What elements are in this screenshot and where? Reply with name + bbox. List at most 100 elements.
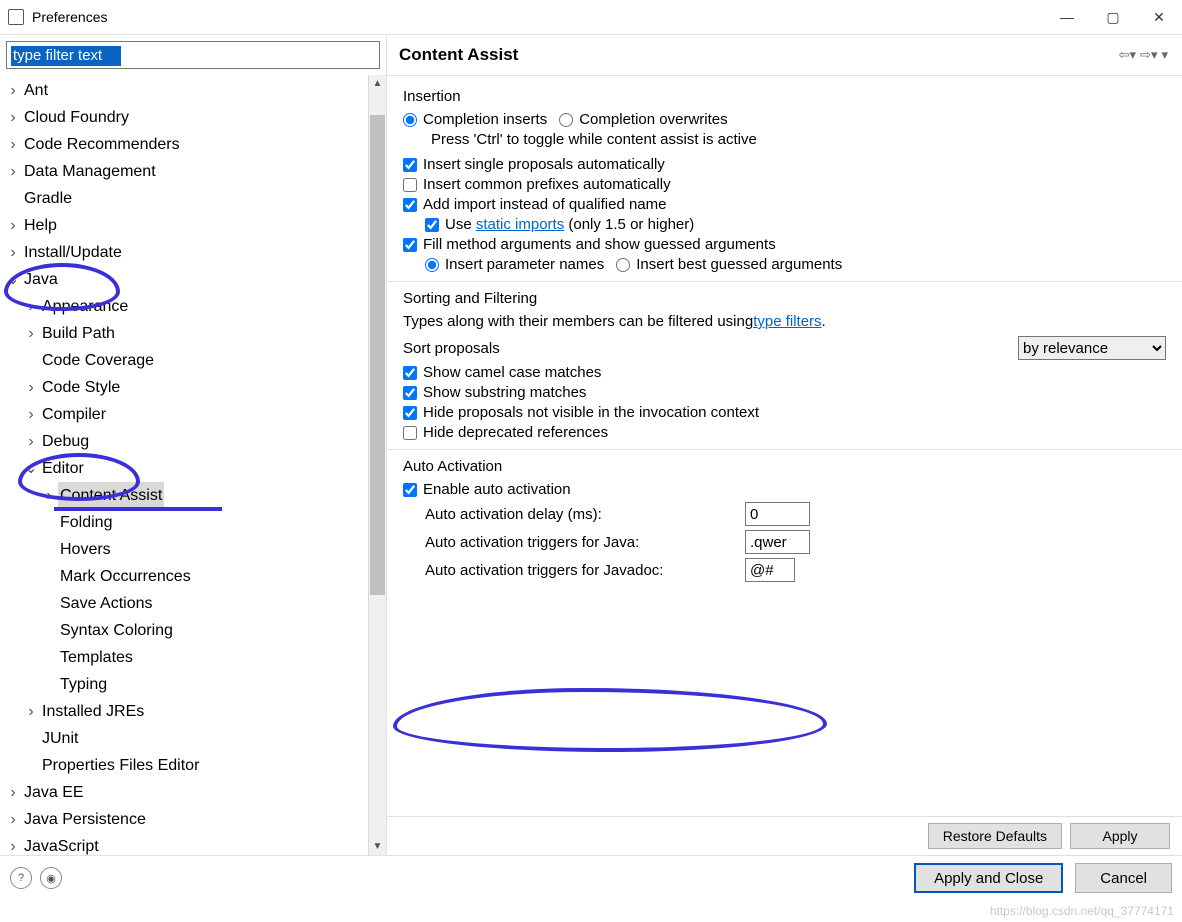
label-completion-overwrites: Completion overwrites: [579, 111, 727, 128]
nav-menu-icon[interactable]: ▾: [1159, 47, 1170, 63]
tree-item[interactable]: Save Actions: [6, 590, 358, 617]
radio-best-guessed[interactable]: [616, 258, 630, 272]
tree-item[interactable]: Code Coverage: [6, 347, 358, 374]
chevron-right-icon[interactable]: ›: [6, 806, 20, 833]
maximize-button[interactable]: ▢: [1090, 0, 1136, 34]
chevron-right-icon[interactable]: ›: [42, 482, 56, 509]
chevron-right-icon[interactable]: ›: [6, 104, 20, 131]
tree-item[interactable]: Gradle: [6, 185, 358, 212]
radio-completion-overwrites[interactable]: [559, 113, 573, 127]
tree-item-label: Content Assist: [58, 482, 164, 509]
scroll-down-icon[interactable]: ▼: [369, 838, 386, 855]
tree: ›Ant›Cloud Foundry›Code Recommenders›Dat…: [0, 75, 386, 855]
tree-item[interactable]: ›Installed JREs: [6, 698, 358, 725]
scroll-up-icon[interactable]: ▲: [369, 75, 386, 92]
tree-item-label: Java: [22, 266, 60, 293]
filter-input[interactable]: [6, 41, 380, 69]
chevron-right-icon[interactable]: ›: [6, 779, 20, 806]
chevron-right-icon[interactable]: ›: [6, 212, 20, 239]
minimize-button[interactable]: —: [1044, 0, 1090, 34]
tree-item[interactable]: ⌄Editor: [6, 455, 358, 482]
tree-item[interactable]: ›Build Path: [6, 320, 358, 347]
tree-item[interactable]: ›Cloud Foundry: [6, 104, 358, 131]
tree-item[interactable]: ⌄Java: [6, 266, 358, 293]
label-completion-inserts: Completion inserts: [423, 111, 547, 128]
input-triggers-java[interactable]: [745, 530, 810, 554]
link-static-imports[interactable]: static imports: [476, 216, 564, 233]
cb-fill-args[interactable]: [403, 238, 417, 252]
cb-common-prefixes[interactable]: [403, 178, 417, 192]
cb-camel[interactable]: [403, 366, 417, 380]
record-icon[interactable]: ◉: [40, 867, 62, 889]
lbl-single-proposals: Insert single proposals automatically: [423, 156, 665, 173]
cb-hide-invisible[interactable]: [403, 406, 417, 420]
cb-enable-auto[interactable]: [403, 483, 417, 497]
tree-item[interactable]: ›Data Management: [6, 158, 358, 185]
tree-item[interactable]: ›Help: [6, 212, 358, 239]
chevron-right-icon[interactable]: ›: [24, 320, 38, 347]
chevron-right-icon[interactable]: ›: [24, 401, 38, 428]
chevron-right-icon[interactable]: ›: [6, 77, 20, 104]
scroll-thumb[interactable]: [370, 115, 385, 595]
chevron-down-icon[interactable]: ⌄: [6, 266, 20, 293]
tree-item-label: Hovers: [58, 536, 113, 563]
tree-item[interactable]: ›Ant: [6, 77, 358, 104]
cb-substring[interactable]: [403, 386, 417, 400]
tree-item[interactable]: Typing: [6, 671, 358, 698]
chevron-right-icon[interactable]: ›: [24, 293, 38, 320]
section-insertion: Insertion: [403, 88, 1166, 105]
tree-item[interactable]: ›Appearance: [6, 293, 358, 320]
lbl-sort-proposals: Sort proposals: [403, 340, 1018, 357]
tree-item[interactable]: Templates: [6, 644, 358, 671]
help-icon[interactable]: ?: [10, 867, 32, 889]
restore-defaults-button[interactable]: Restore Defaults: [928, 823, 1062, 849]
tree-item[interactable]: ›Compiler: [6, 401, 358, 428]
tree-item[interactable]: ›Java Persistence: [6, 806, 358, 833]
tree-item[interactable]: Properties Files Editor: [6, 752, 358, 779]
sidebar: ›Ant›Cloud Foundry›Code Recommenders›Dat…: [0, 35, 387, 855]
tree-item[interactable]: ›Code Recommenders: [6, 131, 358, 158]
apply-close-button[interactable]: Apply and Close: [914, 863, 1063, 893]
nav-back-icon[interactable]: ⇦▾: [1117, 47, 1138, 63]
tree-item[interactable]: Folding: [6, 509, 358, 536]
radio-param-names[interactable]: [425, 258, 439, 272]
chevron-right-icon[interactable]: ›: [6, 833, 20, 855]
radio-completion-inserts[interactable]: [403, 113, 417, 127]
scrollbar[interactable]: ▲ ▼: [368, 75, 386, 855]
tree-item[interactable]: JUnit: [6, 725, 358, 752]
tree-item[interactable]: ›Debug: [6, 428, 358, 455]
nav-fwd-icon[interactable]: ⇨▾: [1138, 47, 1159, 63]
link-type-filters[interactable]: type filters: [753, 313, 821, 330]
chevron-right-icon[interactable]: ›: [24, 374, 38, 401]
close-button[interactable]: ✕: [1136, 0, 1182, 34]
tree-item[interactable]: ›Install/Update: [6, 239, 358, 266]
tree-item-label: Properties Files Editor: [40, 752, 201, 779]
chevron-right-icon[interactable]: ›: [24, 428, 38, 455]
tree-item[interactable]: ›Java EE: [6, 779, 358, 806]
chevron-down-icon[interactable]: ⌄: [24, 455, 38, 482]
lbl-enable-auto: Enable auto activation: [423, 481, 571, 498]
input-triggers-javadoc[interactable]: [745, 558, 795, 582]
section-sorting: Sorting and Filtering: [403, 290, 1166, 307]
chevron-right-icon[interactable]: ›: [6, 158, 20, 185]
cb-single-proposals[interactable]: [403, 158, 417, 172]
tree-item[interactable]: Syntax Coloring: [6, 617, 358, 644]
apply-button[interactable]: Apply: [1070, 823, 1170, 849]
chevron-right-icon[interactable]: ›: [24, 698, 38, 725]
cb-add-import[interactable]: [403, 198, 417, 212]
tree-item[interactable]: ›Content Assist: [6, 482, 358, 509]
select-sort-proposals[interactable]: by relevance: [1018, 336, 1166, 360]
input-delay[interactable]: [745, 502, 810, 526]
chevron-right-icon[interactable]: ›: [6, 131, 20, 158]
tree-item[interactable]: ›Code Style: [6, 374, 358, 401]
cb-static-imports[interactable]: [425, 218, 439, 232]
chevron-right-icon[interactable]: ›: [6, 239, 20, 266]
tree-item-label: Debug: [40, 428, 91, 455]
lbl-hide-deprecated: Hide deprecated references: [423, 424, 608, 441]
tree-item[interactable]: Hovers: [6, 536, 358, 563]
tree-item[interactable]: Mark Occurrences: [6, 563, 358, 590]
tree-item[interactable]: ›JavaScript: [6, 833, 358, 855]
cancel-button[interactable]: Cancel: [1075, 863, 1172, 893]
cb-hide-deprecated[interactable]: [403, 426, 417, 440]
lbl-delay: Auto activation delay (ms):: [403, 506, 745, 523]
